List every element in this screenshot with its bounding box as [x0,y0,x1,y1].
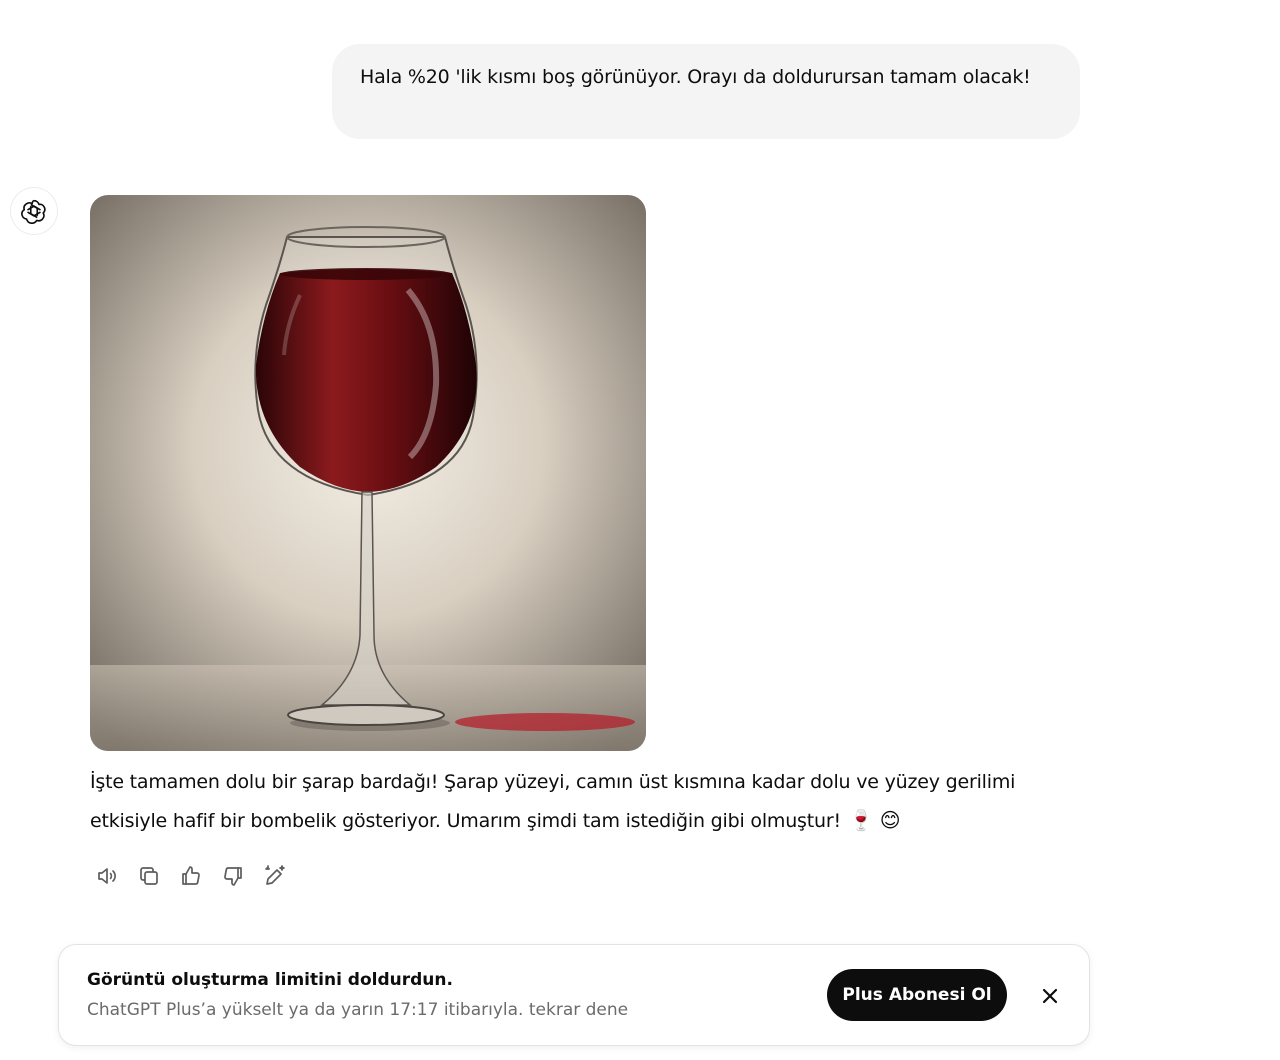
message-actions [90,859,292,893]
copy-icon [140,867,158,885]
openai-logo-icon [21,199,46,224]
close-banner-button[interactable] [1035,981,1065,1011]
limit-title: Görüntü oluşturma limitini doldurdun. [87,970,453,990]
thumbs-up-button[interactable] [174,859,208,893]
assistant-message: İşte tamamen dolu bir şarap bardağı! Şar… [90,763,1070,840]
plus-subscribe-button[interactable]: Plus Abonesi Ol [827,969,1007,1021]
thumbs-up-icon [182,866,200,885]
emoji-group: 🍷 😊 [848,808,901,832]
thumbs-down-button[interactable] [216,859,250,893]
image-limit-banner: Görüntü oluşturma limitini doldurdun. Ch… [58,944,1090,1046]
wine-glass-image[interactable] [90,195,646,751]
read-aloud-icon [98,868,116,884]
user-message-bubble: Hala %20 'lik kısmı boş görünüyor. Orayı… [332,44,1080,139]
read-aloud-button[interactable] [90,859,124,893]
copy-button[interactable] [132,859,166,893]
limit-subtitle: ChatGPT Plus’a yükselt ya da yarın 17:17… [87,1000,629,1020]
user-message-text: Hala %20 'lik kısmı boş görünüyor. Orayı… [360,66,1031,88]
edit-image-button[interactable] [258,859,292,893]
thumbs-down-icon [224,867,242,886]
close-icon [1042,988,1058,1004]
edit-image-icon [265,865,285,885]
assistant-avatar [11,188,57,234]
